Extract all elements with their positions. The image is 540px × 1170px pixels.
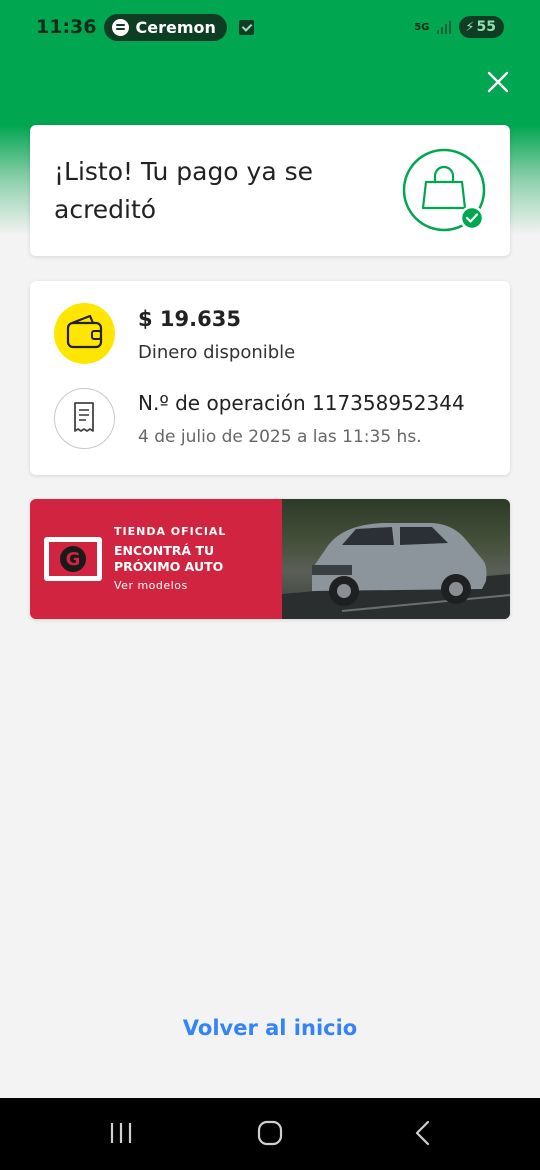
status-time: 11:36 <box>36 16 97 38</box>
network-badge: 5G <box>414 21 430 33</box>
now-playing-label: Ceremon <box>135 17 216 37</box>
back-button[interactable] <box>410 1120 436 1150</box>
promo-title: ENCONTRÁ TU PRÓXIMO AUTO <box>114 543 224 574</box>
operation-date: 4 de julio de 2025 a las 11:35 hs. <box>138 427 422 447</box>
status-bar: 11:36 Ceremon 5G ⚡ 55 <box>0 0 540 54</box>
home-button[interactable] <box>257 1120 283 1150</box>
spotify-icon <box>112 18 130 36</box>
payment-status-card: ¡Listo! Tu pago ya se acreditó <box>30 125 510 256</box>
payment-details-card: $ 19.635 Dinero disponible N.º de operac… <box>30 281 510 475</box>
brand-logo-letter: G <box>60 546 86 572</box>
wallet-icon <box>54 303 115 364</box>
shopping-bag-check-icon <box>402 148 486 232</box>
balance-row: $ 19.635 Dinero disponible <box>54 303 295 364</box>
charging-icon: ⚡ <box>465 19 475 35</box>
recent-apps-button[interactable] <box>108 1120 134 1150</box>
battery-indicator: ⚡ 55 <box>459 16 504 38</box>
checkbox-notification-icon <box>238 19 254 35</box>
available-balance-amount: $ 19.635 <box>138 307 241 331</box>
home-icon <box>257 1120 283 1146</box>
back-icon <box>415 1120 430 1146</box>
promo-car-image <box>282 499 510 619</box>
payment-status-title: ¡Listo! Tu pago ya se acreditó <box>54 157 314 224</box>
close-button[interactable] <box>484 68 512 96</box>
promo-kicker: TIENDA OFICIAL <box>114 525 227 538</box>
back-to-home-link[interactable]: Volver al inicio <box>0 1016 540 1040</box>
operation-row: N.º de operación 117358952344 4 de julio… <box>54 388 465 449</box>
status-indicators: 5G ⚡ 55 <box>414 16 504 38</box>
battery-level: 55 <box>476 19 496 35</box>
brand-logo: G <box>44 537 102 581</box>
close-icon <box>487 71 509 93</box>
promo-cta-link[interactable]: Ver modelos <box>114 579 274 592</box>
signal-icon <box>437 20 452 34</box>
promo-banner[interactable]: G TIENDA OFICIAL ENCONTRÁ TU PRÓXIMO AUT… <box>30 499 510 619</box>
recent-apps-icon <box>110 1123 132 1143</box>
now-playing-pill[interactable]: Ceremon <box>104 13 227 41</box>
operation-number: N.º de operación 117358952344 <box>138 391 465 415</box>
promo-banner-text-area: G TIENDA OFICIAL ENCONTRÁ TU PRÓXIMO AUT… <box>30 499 282 619</box>
system-navigation-bar <box>0 1098 540 1170</box>
available-balance-label: Dinero disponible <box>138 342 296 363</box>
receipt-icon <box>54 388 115 449</box>
